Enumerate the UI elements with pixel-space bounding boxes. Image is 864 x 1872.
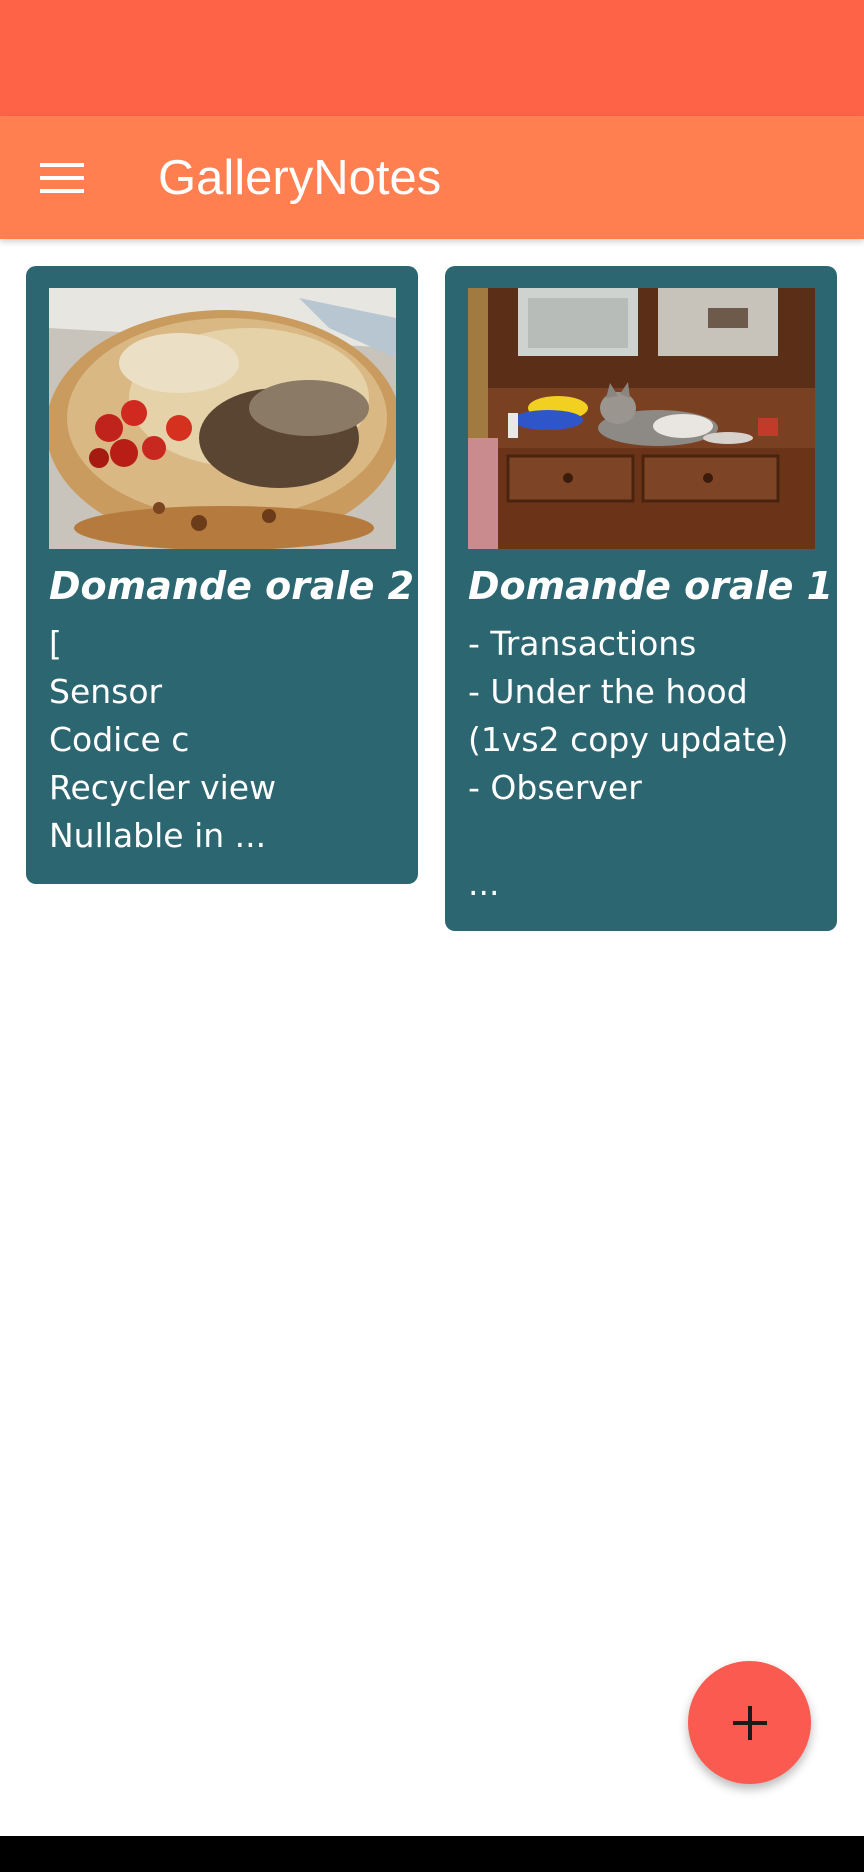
note-card[interactable]: Domande orale 2 [ Sensor Codice c Recycl… xyxy=(26,266,418,884)
note-image-cat xyxy=(468,288,815,549)
note-body: [ Sensor Codice c Recycler view Nullable… xyxy=(49,624,277,855)
status-bar xyxy=(0,0,864,116)
app-title: GalleryNotes xyxy=(158,151,442,205)
note-title: Domande orale 2 xyxy=(49,564,415,608)
note-image-pizza xyxy=(49,288,396,549)
plus-icon xyxy=(732,1705,767,1740)
hamburger-menu-icon xyxy=(40,163,84,193)
system-navigation-bar xyxy=(0,1836,864,1872)
note-card[interactable]: Domande orale 1 - Transactions - Under t… xyxy=(445,266,837,931)
menu-button[interactable] xyxy=(26,142,98,214)
app-bar: GalleryNotes xyxy=(0,116,864,239)
add-note-button[interactable] xyxy=(688,1661,811,1784)
note-body: - Transactions - Under the hood (1vs2 co… xyxy=(468,624,789,903)
note-title: Domande orale 1 xyxy=(468,564,834,608)
